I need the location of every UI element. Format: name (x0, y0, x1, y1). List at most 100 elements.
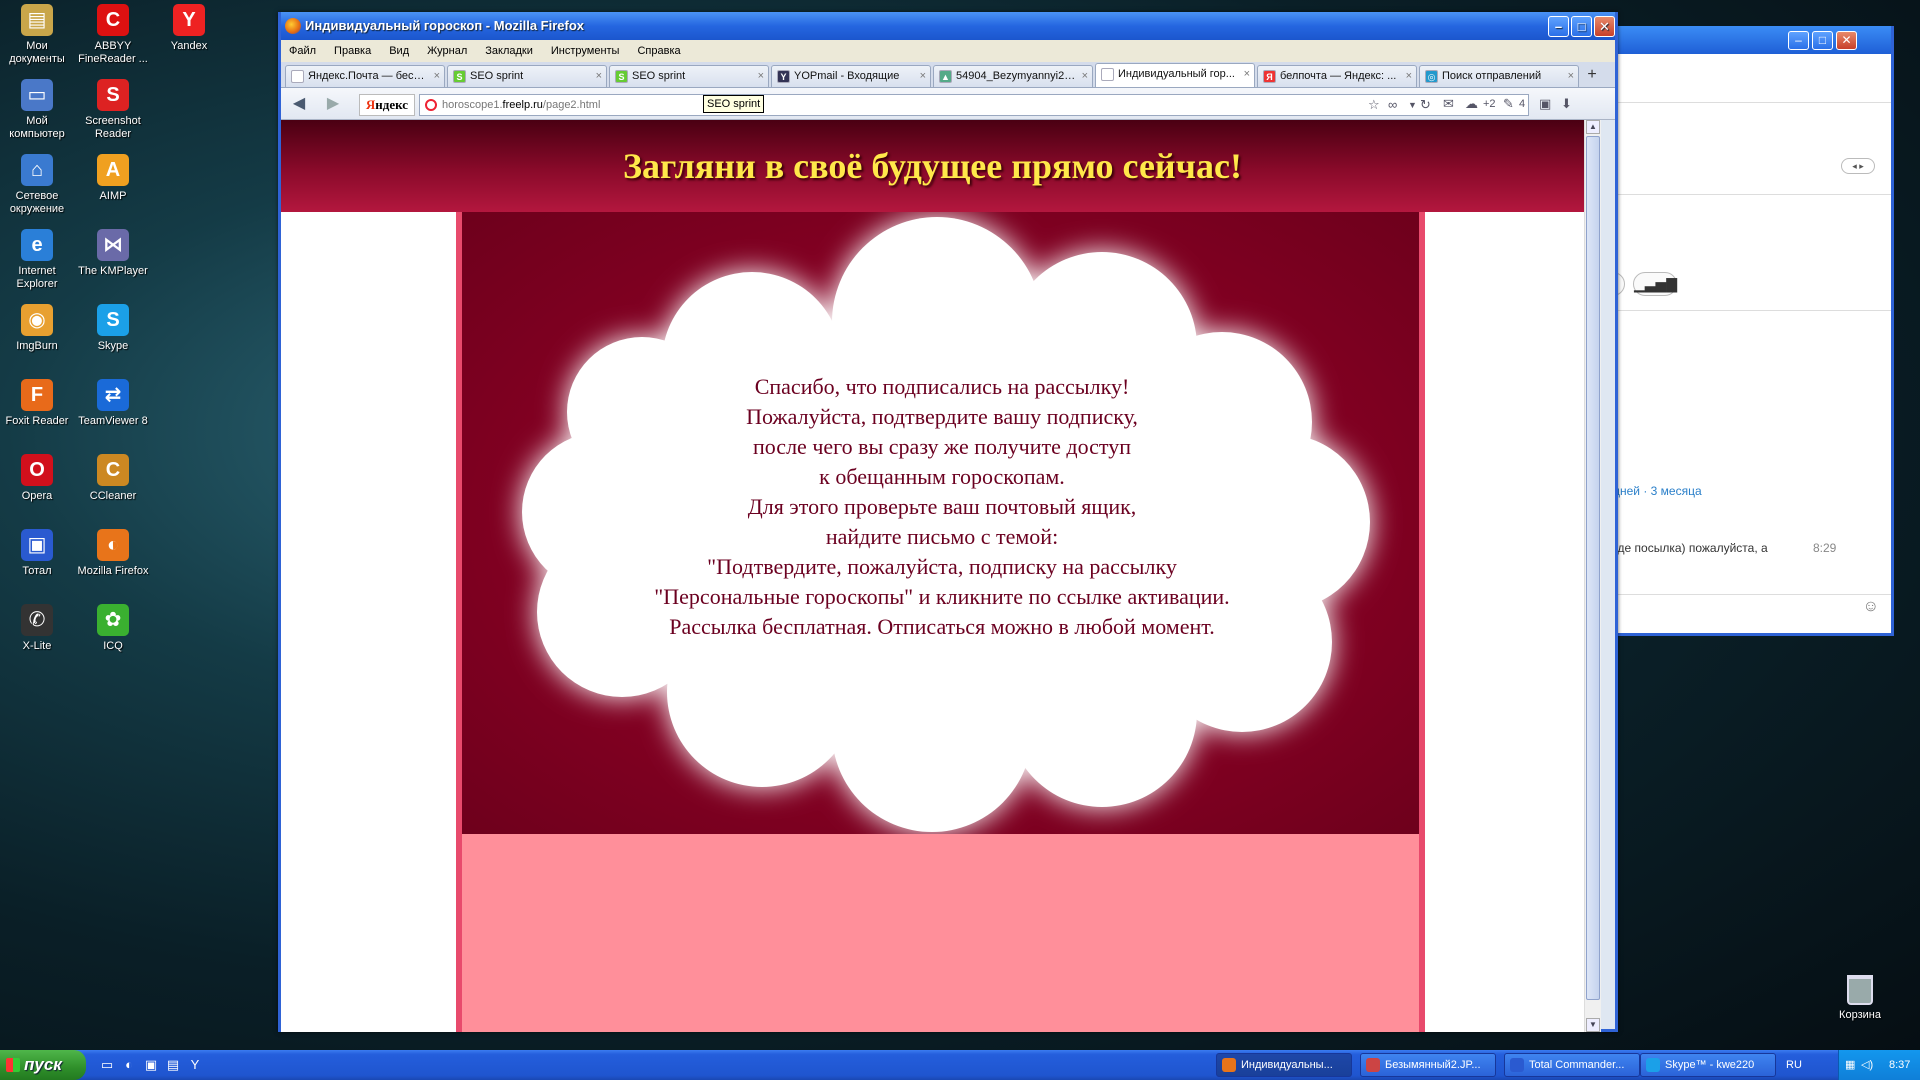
maximize-button[interactable]: □ (1571, 16, 1592, 37)
firefox-quicklaunch-icon[interactable]: ◐ (120, 1056, 138, 1074)
start-button[interactable]: пуск (0, 1050, 86, 1080)
my-documents-icon: ▤ (21, 4, 53, 36)
vertical-scrollbar[interactable]: ▲ ▼ (1584, 120, 1601, 1032)
desktop-icon[interactable]: e Internet Explorer (0, 229, 75, 291)
taskbar-button[interactable]: Skype™ - kwe220 (1640, 1053, 1776, 1077)
scroll-up-icon[interactable]: ▲ (1586, 120, 1600, 134)
new-tab-button[interactable]: + (1581, 65, 1603, 87)
desktop-icon[interactable]: Y Yandex (151, 4, 227, 53)
desktop-icon[interactable]: O Opera (0, 454, 75, 503)
tab-label: SEO sprint (632, 70, 686, 82)
cloud-panel: Спасибо, что подписались на рассылку! Пож… (462, 212, 1419, 834)
my-computer-icon: ▭ (21, 79, 53, 111)
taskbar-button[interactable]: Безымянный2.JP... (1360, 1053, 1496, 1077)
tab-close-icon[interactable]: × (596, 66, 602, 86)
tray-network-icon[interactable]: ▦ (1845, 1050, 1855, 1080)
menu-item[interactable]: Вид (389, 45, 409, 57)
desktop-icon[interactable]: ⇄ TeamViewer 8 (75, 379, 151, 428)
url-host: freelp.ru (502, 99, 543, 111)
browser-tab[interactable]: S SEO sprint × (447, 65, 607, 87)
browser-tab[interactable]: Индивидуальный гор... × (1095, 63, 1255, 87)
desktop-icons: ▤ Мои документы C ABBYY FineReader ... Y Yand… (0, 0, 240, 700)
menu-item[interactable]: Файл (289, 45, 316, 57)
desktop-icon-label: ImgBurn (16, 340, 58, 352)
desktop-icon[interactable]: S Skype (75, 304, 151, 353)
divider (1603, 310, 1891, 311)
tab-close-icon[interactable]: × (1244, 64, 1250, 84)
desktop-icon-label: TeamViewer 8 (78, 415, 148, 427)
start-label: пуск (24, 1055, 62, 1074)
desktop-icon[interactable]: S Screenshot Reader (75, 79, 151, 141)
minimize-button[interactable]: – (1548, 16, 1569, 37)
emoticon-icon[interactable]: ☺ (1863, 598, 1879, 616)
tray-volume-icon[interactable]: ◁) (1861, 1050, 1873, 1080)
browser-tab[interactable]: Ябелпочта — Яндекс: ... × (1257, 65, 1417, 87)
tab-close-icon[interactable]: × (1568, 66, 1574, 86)
addon-icon[interactable]: ▣ (1539, 94, 1551, 114)
reader-glasses-icon[interactable]: ∞ (1388, 95, 1397, 115)
recycle-bin[interactable]: Корзина (1830, 975, 1890, 1021)
desktop-icon[interactable]: ⌂ Сетевое окружение (0, 154, 75, 216)
show-desktop-icon[interactable]: ▭ (98, 1056, 116, 1074)
close-button[interactable]: ✕ (1594, 16, 1615, 37)
tab-close-icon[interactable]: × (758, 66, 764, 86)
window-quicklaunch-icon[interactable]: ▤ (164, 1056, 182, 1074)
taskbar-button[interactable]: Total Commander... (1504, 1053, 1640, 1077)
download-icon[interactable]: ⬇ (1561, 94, 1572, 114)
signal-icon[interactable]: ▁▃▅▇ (1633, 272, 1677, 296)
desktop-icon[interactable]: ⋈ The KMPlayer (75, 229, 151, 278)
maximize-button[interactable]: □ (1812, 31, 1833, 50)
desktop-icon[interactable]: ▣ Тотал (0, 529, 75, 578)
total-commander-quicklaunch-icon[interactable]: ▣ (142, 1056, 160, 1074)
taskbar-app-icon (1222, 1058, 1236, 1072)
window-titlebar: Индивидуальный гороскоп - Mozilla Firefo… (281, 12, 1615, 40)
tab-close-icon[interactable]: × (1082, 66, 1088, 86)
menu-item[interactable]: Журнал (427, 45, 467, 57)
back-icon[interactable]: ◀ (289, 94, 309, 114)
browser-tab[interactable]: Яндекс.Почта — бесп... × (285, 65, 445, 87)
desktop-icon[interactable]: C CCleaner (75, 454, 151, 503)
dropdown-arrow-icon[interactable]: ▼ (1408, 95, 1417, 115)
skype-icon: S (97, 304, 129, 336)
close-button[interactable]: ✕ (1836, 31, 1857, 50)
url-bar[interactable]: horoscope1.freelp.ru/page2.html ☆ ∞ ▼ ↻ (419, 94, 1529, 116)
browser-tab[interactable]: ▲ 54904_Bezymyannyi2 ... × (933, 65, 1093, 87)
scroll-down-icon[interactable]: ▼ (1586, 1018, 1600, 1032)
menu-item[interactable]: Инструменты (551, 45, 620, 57)
desktop-icon[interactable]: C ABBYY FineReader ... (75, 4, 151, 66)
forward-icon[interactable]: ▶ (323, 94, 343, 114)
desktop-icon[interactable]: ✆ X-Lite (0, 604, 75, 653)
prev-next-arrows[interactable]: ◂ ▸ (1841, 158, 1875, 174)
menu-item[interactable]: Закладки (485, 45, 533, 57)
scroll-thumb[interactable] (1586, 136, 1600, 1000)
yandex-quicklaunch-icon[interactable]: Y (186, 1056, 204, 1074)
menu-item[interactable]: Правка (334, 45, 371, 57)
desktop-icon[interactable]: ◉ ImgBurn (0, 304, 75, 353)
menu-item[interactable]: Справка (637, 45, 680, 57)
desktop-icon[interactable]: ✿ ICQ (75, 604, 151, 653)
desktop-icon[interactable]: A AIMP (75, 154, 151, 203)
tab-close-icon[interactable]: × (434, 66, 440, 86)
taskbar-button-label: Skype™ - kwe220 (1665, 1059, 1755, 1071)
minimize-button[interactable]: – (1788, 31, 1809, 50)
taskbar-button[interactable]: Индивидуальны... (1216, 1053, 1352, 1077)
yandex-button[interactable]: Яндекс (359, 94, 415, 116)
reload-icon[interactable]: ↻ (1420, 95, 1431, 115)
mail-icon[interactable]: ✉ (1443, 94, 1454, 114)
desktop-icon[interactable]: F Foxit Reader (0, 379, 75, 428)
desktop-icon-label: Opera (21, 490, 53, 502)
desktop-icon[interactable]: ▤ Мои документы (0, 4, 75, 66)
language-indicator[interactable]: RU (1786, 1050, 1802, 1080)
bookmark-star-icon[interactable]: ☆ (1368, 95, 1380, 115)
desktop-icon[interactable]: ▭ Мой компьютер (0, 79, 75, 141)
desktop-icon[interactable]: ◐ Mozilla Firefox (75, 529, 151, 578)
browser-tab[interactable]: ◎ Поиск отправлений × (1419, 65, 1579, 87)
tab-close-icon[interactable]: × (1406, 66, 1412, 86)
browser-tab[interactable]: Y YOPmail - Входящие × (771, 65, 931, 87)
notes-icon[interactable]: ✎ (1503, 94, 1514, 114)
tab-label: YOPmail - Входящие (794, 70, 900, 82)
browser-tab[interactable]: S SEO sprint × (609, 65, 769, 87)
desktop-icon-label: ICQ (103, 640, 123, 652)
cloud-icon[interactable]: ☁ (1465, 94, 1478, 114)
tab-close-icon[interactable]: × (920, 66, 926, 86)
